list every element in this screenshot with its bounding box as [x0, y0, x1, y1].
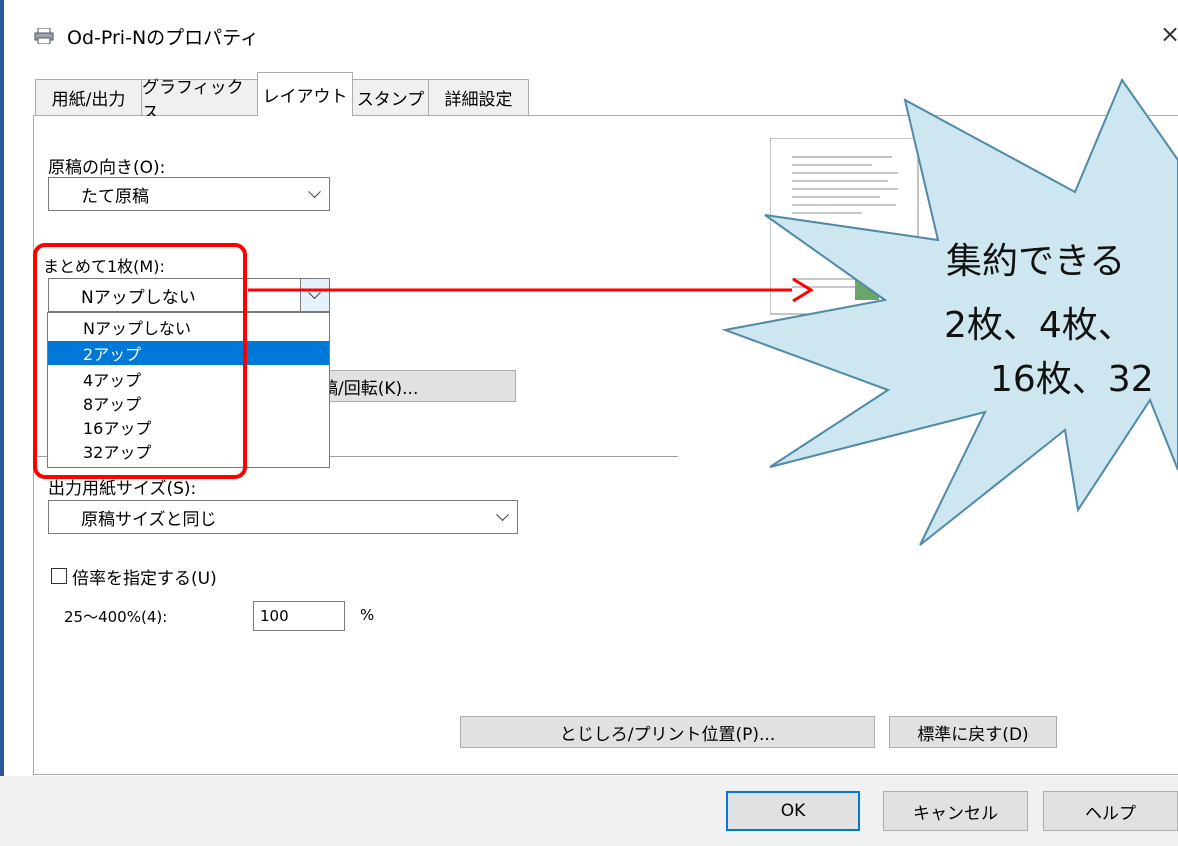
pointer-arrow [248, 277, 814, 303]
